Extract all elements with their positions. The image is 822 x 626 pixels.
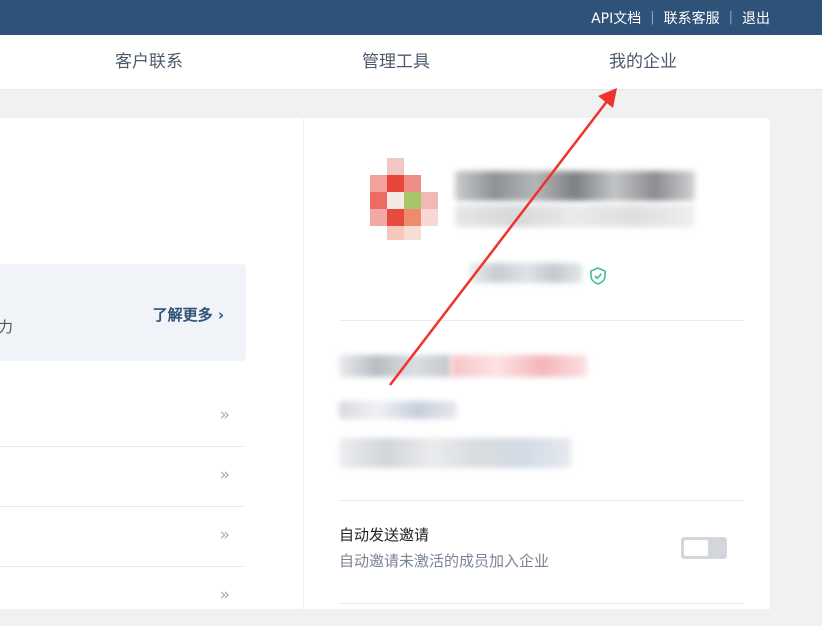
divider bbox=[340, 500, 744, 501]
auto-invite-toggle[interactable] bbox=[681, 537, 727, 559]
promo-text-fragment: 力 bbox=[0, 318, 14, 336]
nav-item-my-enterprise[interactable]: 我的企业 bbox=[609, 35, 677, 89]
toggle-knob bbox=[684, 540, 708, 556]
api-docs-link[interactable]: API文档 bbox=[591, 8, 641, 28]
info-line-redacted bbox=[339, 438, 571, 468]
member-status-redacted bbox=[451, 355, 587, 377]
left-panel: 力 了解更多 › » » » » bbox=[0, 118, 303, 609]
double-chevron-right-icon: » bbox=[219, 585, 230, 605]
list-item[interactable]: » bbox=[0, 507, 244, 567]
info-line-redacted bbox=[339, 401, 457, 419]
chevron-right-icon: › bbox=[217, 306, 224, 324]
learn-more-label: 了解更多 bbox=[152, 306, 213, 324]
double-chevron-right-icon: » bbox=[219, 465, 230, 485]
top-links: API文档 | 联系客服 | 退出 bbox=[591, 0, 770, 35]
company-id-redacted bbox=[470, 263, 582, 283]
logout-link[interactable]: 退出 bbox=[742, 8, 770, 28]
learn-more-link[interactable]: 了解更多 › bbox=[153, 304, 224, 325]
list-item[interactable]: » bbox=[0, 387, 244, 447]
separator: | bbox=[728, 10, 733, 25]
shield-check-icon bbox=[590, 267, 606, 285]
list-item[interactable]: » bbox=[0, 567, 244, 626]
company-name-redacted bbox=[455, 171, 695, 201]
auto-invite-title: 自动发送邀请 bbox=[339, 526, 430, 544]
company-logo-pixelated bbox=[370, 158, 438, 240]
nav-item-management-tools[interactable]: 管理工具 bbox=[362, 35, 430, 89]
nav-item-customer-contact[interactable]: 客户联系 bbox=[115, 35, 183, 89]
divider bbox=[340, 320, 744, 321]
auto-invite-description: 自动邀请未激活的成员加入企业 bbox=[339, 552, 550, 570]
divider bbox=[340, 603, 744, 604]
top-header-bar: API文档 | 联系客服 | 退出 bbox=[0, 0, 822, 35]
list-item[interactable]: » bbox=[0, 447, 244, 507]
separator: | bbox=[650, 10, 655, 25]
double-chevron-right-icon: » bbox=[219, 525, 230, 545]
company-subname-redacted bbox=[455, 205, 695, 227]
member-count-redacted bbox=[339, 355, 451, 377]
promo-banner: 力 了解更多 › bbox=[0, 264, 246, 361]
main-nav: 客户联系 管理工具 我的企业 bbox=[0, 35, 822, 90]
contact-support-link[interactable]: 联系客服 bbox=[664, 8, 720, 28]
double-chevron-right-icon: » bbox=[219, 405, 230, 425]
